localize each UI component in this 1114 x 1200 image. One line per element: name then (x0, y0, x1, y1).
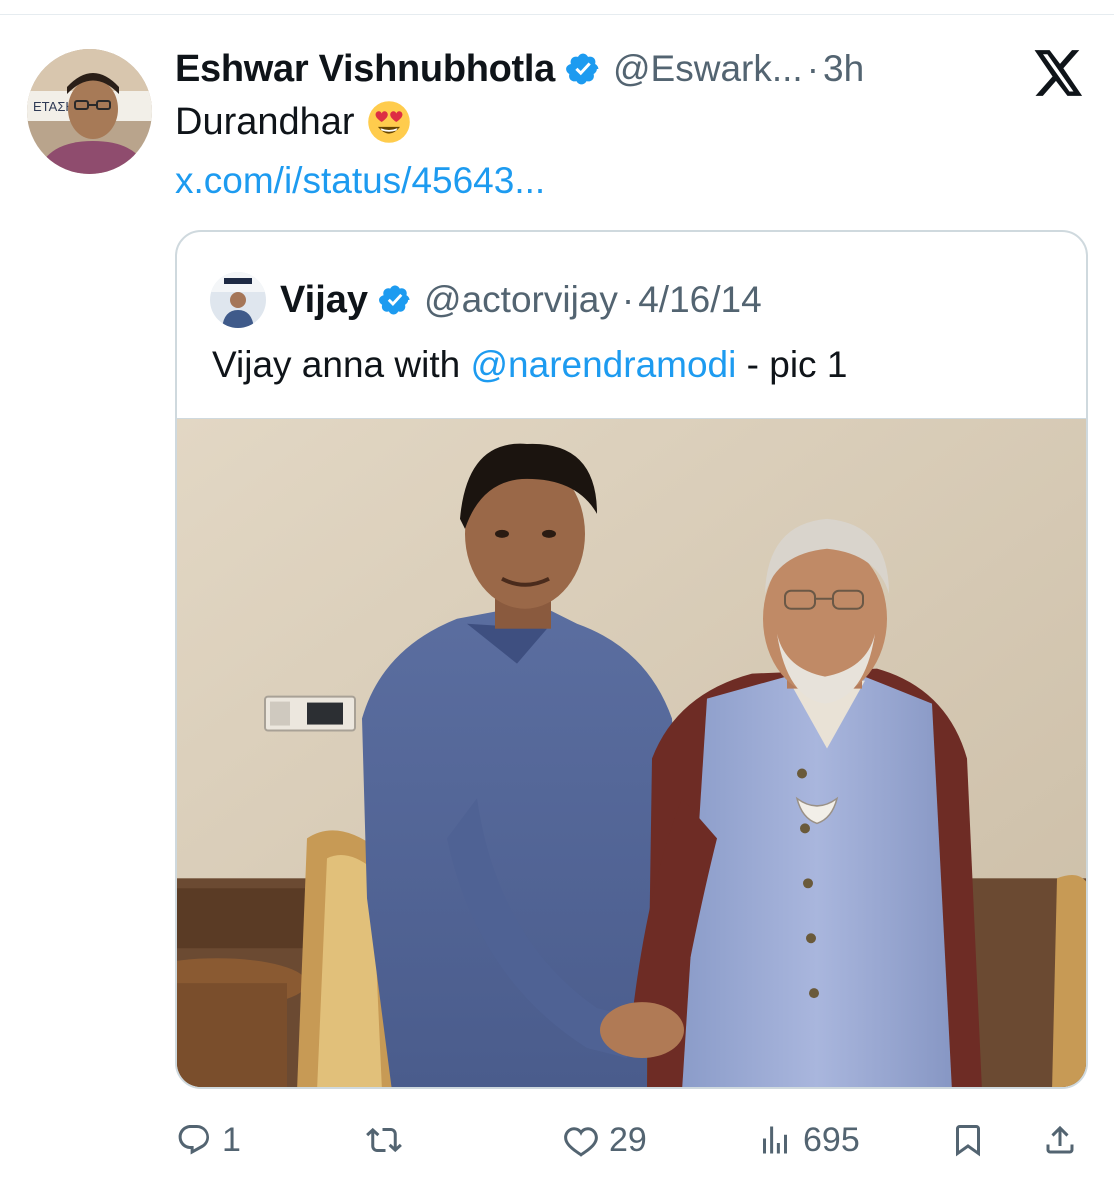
quoted-tweet-text: Vijay anna with @narendramodi - pic 1 (212, 344, 847, 386)
retweet-icon (366, 1122, 402, 1158)
views-button[interactable]: 695 (757, 1110, 860, 1170)
tweet-actions: 1 29 695 (0, 1110, 1114, 1170)
like-icon (563, 1122, 599, 1158)
views-icon (757, 1122, 793, 1158)
top-divider (0, 14, 1114, 15)
quoted-tweet-date[interactable]: 4/16/14 (638, 279, 761, 321)
share-button[interactable] (1042, 1110, 1078, 1170)
x-logo-icon (1034, 50, 1084, 96)
photo-two-men-handshake (177, 419, 1086, 1087)
share-icon (1042, 1122, 1078, 1158)
header-separator: · (806, 48, 820, 89)
quoted-mention-link[interactable]: @narendramodi (470, 344, 736, 385)
author-avatar-image: ΕΤΑΣΗ (27, 49, 152, 174)
bookmark-icon (950, 1122, 986, 1158)
quoted-author-name[interactable]: Vijay (280, 279, 368, 322)
retweet-button[interactable] (366, 1110, 412, 1170)
author-handle[interactable]: @Eswark... (613, 48, 803, 90)
reply-count: 1 (222, 1120, 241, 1159)
author-avatar[interactable]: ΕΤΑΣΗ (27, 49, 152, 174)
bookmark-button[interactable] (950, 1110, 986, 1170)
tweet-header: Eshwar Vishnubhotla @Eswark... · 3h (175, 44, 864, 94)
quoted-tweet-header: Vijay @actorvijay · 4/16/14 (210, 272, 762, 328)
tweet-text-content: Durandhar (175, 100, 355, 143)
author-name[interactable]: Eshwar Vishnubhotla (175, 48, 555, 91)
quoted-author-handle[interactable]: @actorvijay (424, 279, 618, 321)
like-count: 29 (609, 1120, 647, 1159)
quoted-author-avatar[interactable] (210, 272, 266, 328)
quoted-tweet-photo[interactable] (177, 418, 1086, 1087)
views-count: 695 (803, 1120, 860, 1159)
tweet-time[interactable]: 3h (823, 48, 864, 90)
quoted-header-separator: · (621, 279, 635, 320)
reply-icon (176, 1122, 212, 1158)
quoted-tweet-card[interactable]: Vijay @actorvijay · 4/16/14 Vijay anna w… (175, 230, 1088, 1089)
quoted-text-after: - pic 1 (736, 344, 848, 385)
tweet-link[interactable]: x.com/i/status/45643... (175, 160, 545, 202)
quoted-text-before: Vijay anna with (212, 344, 471, 385)
quoted-verified-badge-icon (378, 283, 412, 317)
reply-button[interactable]: 1 (176, 1110, 241, 1170)
heart-eyes-emoji-icon (367, 100, 411, 144)
tweet-text: Durandhar (175, 100, 411, 144)
like-button[interactable]: 29 (563, 1110, 647, 1170)
verified-badge-icon (565, 51, 601, 87)
